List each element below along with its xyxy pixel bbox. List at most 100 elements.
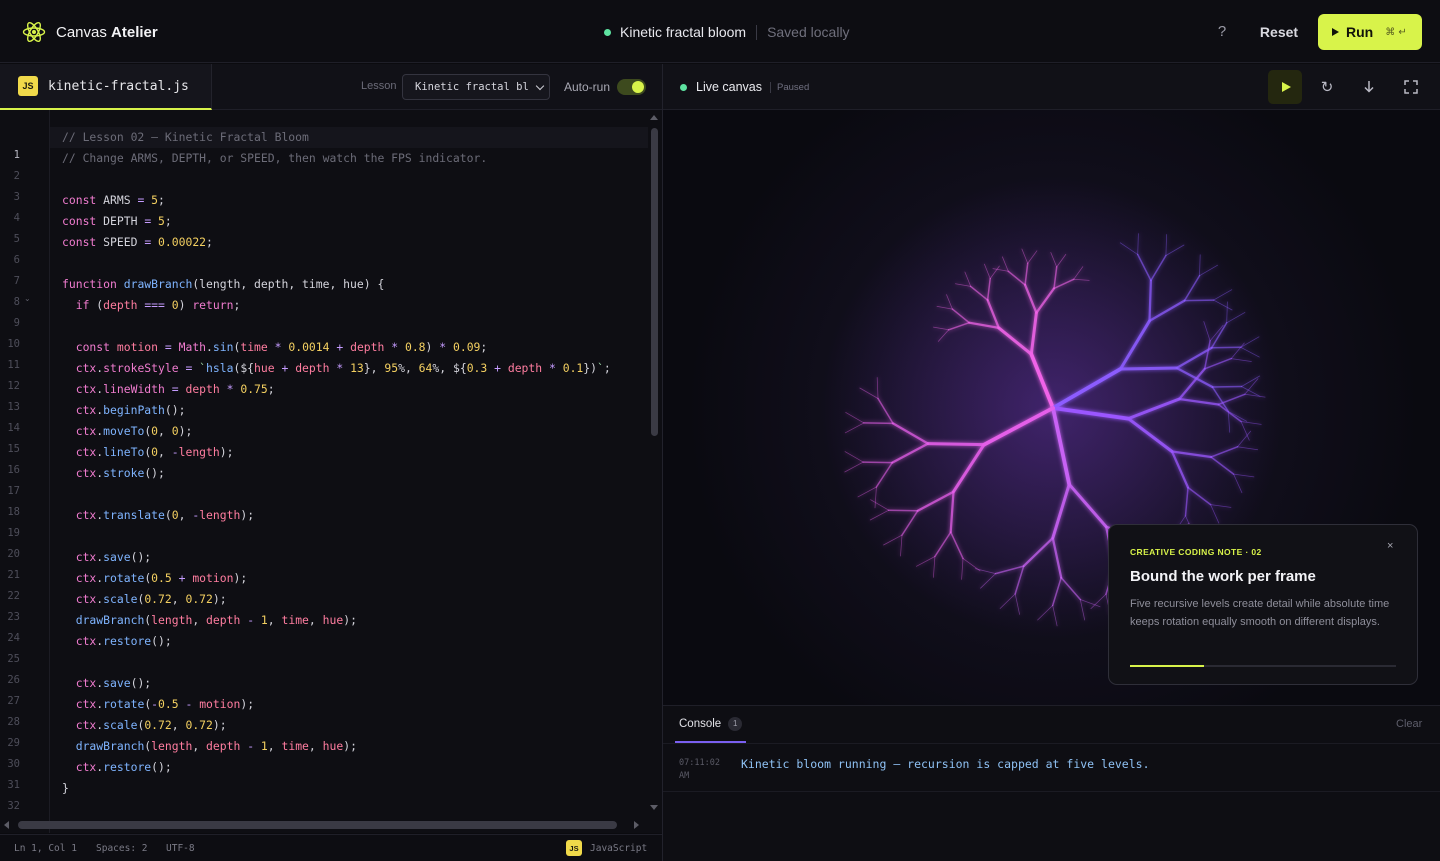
brand-name-prefix: Canvas <box>56 23 107 41</box>
code-line[interactable]: ctx.lineWidth = depth * 0.75; <box>62 382 275 396</box>
restart-button[interactable]: ↻ <box>1310 70 1344 104</box>
line-number[interactable]: 5 <box>0 233 20 245</box>
line-number[interactable]: 28 <box>0 716 20 728</box>
line-number[interactable]: 8 <box>0 296 20 308</box>
line-number[interactable]: 14 <box>0 422 20 434</box>
file-tab[interactable]: JS kinetic-fractal.js <box>0 64 212 110</box>
code-line[interactable]: function drawBranch(length, depth, time,… <box>62 277 384 291</box>
code-line[interactable]: ctx.save(); <box>62 550 151 564</box>
clear-console-button[interactable]: Clear <box>1396 718 1422 730</box>
code-editor[interactable]: 1 2 3 4 5 6 7 8 9 10 11 12 13 14 15 16 17 18 19 20 21 22 23 24 2… <box>0 110 662 833</box>
line-number[interactable]: 27 <box>0 695 20 707</box>
language-indicator[interactable]: JS JavaScript <box>566 840 647 856</box>
console-panel: Console 1 Clear 07:11:02 AM Kinetic bloo… <box>663 705 1440 861</box>
line-number[interactable]: 25 <box>0 653 20 665</box>
fold-chevron-icon[interactable]: ⌄ <box>24 294 31 303</box>
code-line[interactable]: ctx.stroke(); <box>62 466 165 480</box>
run-button[interactable]: Run ⌘ ↵ <box>1318 14 1422 50</box>
line-number[interactable]: 4 <box>0 212 20 224</box>
line-number[interactable]: 29 <box>0 737 20 749</box>
code-line[interactable]: ctx.strokeStyle = `hsla(${hue + depth * … <box>62 361 611 375</box>
note-body: Five recursive levels create detail whil… <box>1130 598 1390 628</box>
language-name: JavaScript <box>590 842 648 854</box>
canvas-play-button[interactable] <box>1268 70 1302 104</box>
code-line[interactable]: const ARMS = 5; <box>62 193 165 207</box>
code-line[interactable]: ctx.beginPath(); <box>62 403 186 417</box>
canvas-state: Paused <box>777 81 810 93</box>
line-number[interactable]: 11 <box>0 359 20 371</box>
line-number[interactable]: 17 <box>0 485 20 497</box>
cursor-position[interactable]: Ln 1, Col 1 <box>14 843 77 854</box>
line-number[interactable]: 21 <box>0 569 20 581</box>
line-number[interactable]: 2 <box>0 170 20 182</box>
autorun-toggle[interactable] <box>617 79 646 95</box>
project-title[interactable]: Kinetic fractal bloom <box>620 24 746 40</box>
code-line[interactable]: ctx.save(); <box>62 676 151 690</box>
brand[interactable]: Canvas Atelier <box>22 20 158 44</box>
js-language-icon: JS <box>566 840 582 856</box>
code-line[interactable]: if (depth === 0) return; <box>62 298 241 312</box>
line-number[interactable]: 19 <box>0 527 20 539</box>
status-dot-icon <box>604 28 611 36</box>
fractal-branch <box>887 509 919 512</box>
line-number[interactable]: 16 <box>0 464 20 476</box>
line-number[interactable]: 31 <box>0 779 20 791</box>
code-line[interactable]: ctx.translate(0, -length); <box>62 508 254 522</box>
note-kicker: CREATIVE CODING NOTE · 02 <box>1130 547 1262 557</box>
code-line[interactable]: ctx.moveTo(0, 0); <box>62 424 193 438</box>
code-line[interactable]: // Lesson 02 — Kinetic Fractal Bloom <box>62 130 309 144</box>
line-number[interactable]: 3 <box>0 191 20 203</box>
line-number[interactable]: 1 <box>0 149 20 161</box>
line-number[interactable]: 22 <box>0 590 20 602</box>
fullscreen-button[interactable] <box>1394 70 1428 104</box>
refresh-icon: ↻ <box>1320 78 1334 96</box>
reset-button[interactable]: Reset <box>1252 14 1306 49</box>
code-line[interactable]: } <box>62 781 69 795</box>
line-number[interactable]: 18 <box>0 506 20 518</box>
line-number[interactable]: 9 <box>0 317 20 329</box>
code-line[interactable]: ctx.rotate(0.5 + motion); <box>62 571 247 585</box>
line-number[interactable]: 12 <box>0 380 20 392</box>
line-number[interactable]: 7 <box>0 275 20 287</box>
close-icon[interactable]: × <box>1387 540 1393 552</box>
code-line[interactable]: ctx.restore(); <box>62 634 172 648</box>
line-number[interactable]: 26 <box>0 674 20 686</box>
scroll-right-icon[interactable] <box>634 821 639 829</box>
line-number[interactable]: 20 <box>0 548 20 560</box>
console-tab-label: Console <box>679 717 722 730</box>
code-line[interactable]: ctx.rotate(-0.5 - motion); <box>62 697 254 711</box>
line-number[interactable]: 32 <box>0 800 20 812</box>
scrollbar-thumb[interactable] <box>18 821 617 829</box>
scrollbar-thumb[interactable] <box>651 128 658 436</box>
scroll-down-icon[interactable] <box>650 805 658 810</box>
code-line[interactable]: ctx.scale(0.72, 0.72); <box>62 718 227 732</box>
encoding[interactable]: UTF-8 <box>166 843 195 854</box>
code-line[interactable]: const motion = Math.sin(time * 0.0014 + … <box>62 340 488 354</box>
code-line[interactable]: const SPEED = 0.00022; <box>62 235 213 249</box>
help-button[interactable]: ? <box>1212 22 1232 42</box>
vertical-scrollbar[interactable] <box>650 110 659 810</box>
line-number[interactable]: 13 <box>0 401 20 413</box>
fractal-branch <box>926 442 986 447</box>
line-number[interactable]: 24 <box>0 632 20 644</box>
line-number[interactable]: 30 <box>0 758 20 770</box>
js-file-icon: JS <box>18 76 38 96</box>
code-line[interactable]: drawBranch(length, depth - 1, time, hue)… <box>62 739 357 753</box>
code-line[interactable]: ctx.scale(0.72, 0.72); <box>62 592 227 606</box>
download-button[interactable] <box>1352 70 1386 104</box>
scroll-left-icon[interactable] <box>4 821 9 829</box>
code-line[interactable]: const DEPTH = 5; <box>62 214 172 228</box>
horizontal-scrollbar[interactable] <box>4 820 644 830</box>
line-number[interactable]: 15 <box>0 443 20 455</box>
line-number[interactable]: 23 <box>0 611 20 623</box>
line-number[interactable]: 6 <box>0 254 20 266</box>
indentation[interactable]: Spaces: 2 <box>96 843 147 854</box>
code-line[interactable]: // Change ARMS, DEPTH, or SPEED, then wa… <box>62 151 487 165</box>
line-number[interactable]: 10 <box>0 338 20 350</box>
scroll-up-icon[interactable] <box>650 115 658 120</box>
code-line[interactable]: drawBranch(length, depth - 1, time, hue)… <box>62 613 357 627</box>
tab-console[interactable]: Console 1 <box>675 706 747 743</box>
code-line[interactable]: ctx.lineTo(0, -length); <box>62 445 234 459</box>
lesson-select[interactable]: Kinetic fractal bl <box>402 74 550 100</box>
code-line[interactable]: ctx.restore(); <box>62 760 172 774</box>
